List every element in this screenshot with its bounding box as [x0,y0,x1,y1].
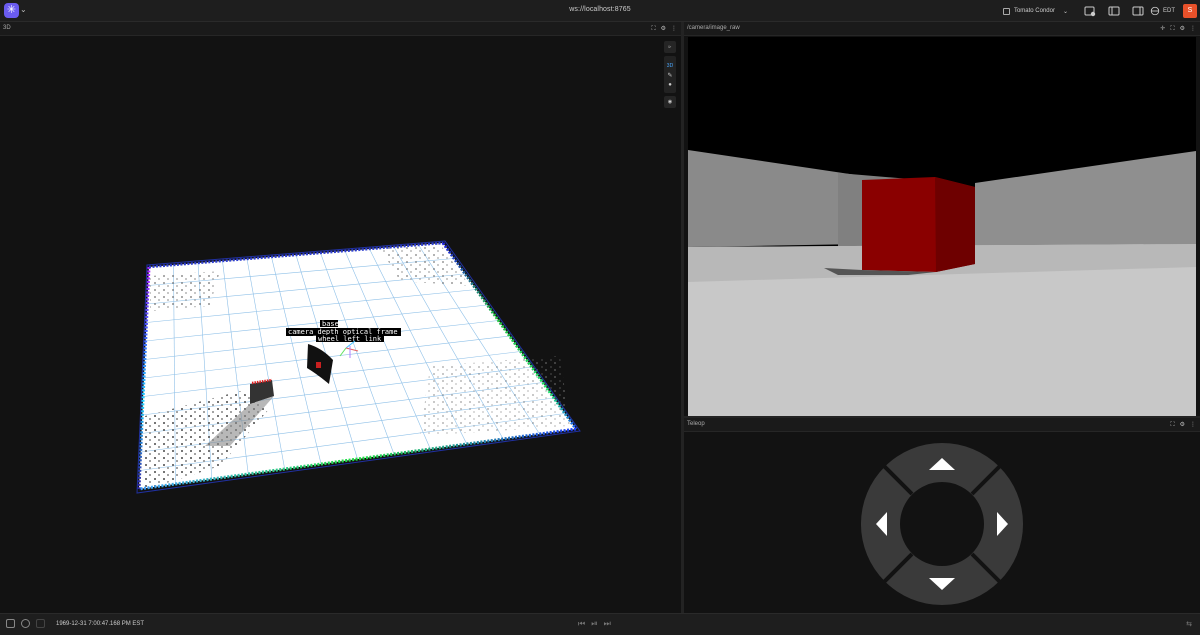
user-avatar[interactable]: S [1183,4,1197,18]
playback-timestamp: 1969-12-31 7:00:47.168 PM EST [56,621,145,627]
gear-icon[interactable]: ⚙ [1180,25,1185,33]
fullscreen-icon[interactable]: ⛶ [651,25,655,33]
gear-icon[interactable]: ⚙ [661,25,666,33]
gear-icon[interactable]: ⚙ [1180,421,1185,429]
fullscreen-icon[interactable]: ⛶ [1170,421,1174,429]
fullscreen-icon[interactable]: ⛶ [1170,25,1174,33]
crosshair-icon[interactable]: ✛ [1160,25,1165,33]
panel-title: /camera/image_raw [687,25,740,31]
camera-image [688,37,1196,416]
point-cloud-shadow [420,356,570,436]
clock-icon[interactable] [21,619,30,628]
teleop-panel[interactable]: Teleop ⛶ ⚙ ⋮ [684,418,1200,613]
frame-label-wheel: wheel_left_link [318,335,382,343]
loop-icon[interactable] [6,619,15,628]
play-pause-icon[interactable]: ⏯ [591,619,597,629]
step-forward-icon[interactable]: ⏭ [604,619,611,629]
more-icon[interactable]: ⋮ [1190,25,1196,33]
layout-selector[interactable]: Tomato Condor ⌄ [1002,7,1068,15]
teleop-dpad [860,442,1024,606]
panel-title: 3D [3,25,11,31]
scene-toolbar: ▹ 3D ✎ ● ◉ [664,41,676,111]
panel-header: 3D ⛶ ⚙ ⋮ [0,22,681,36]
select-icon[interactable]: ▹ [664,41,676,53]
point-cloud-shadow [150,271,220,311]
timezone-label: EDT [1163,8,1175,14]
panel-title: Teleop [687,421,705,427]
more-icon[interactable]: ⋮ [1190,421,1196,429]
point-icon[interactable]: ● [668,82,672,88]
globe-icon [1150,6,1160,16]
frame-label-base: base [322,320,339,328]
seek-icon[interactable] [36,619,45,628]
chevron-down-icon: ⌄ [1062,8,1068,15]
speed-icon[interactable]: ⇆ [1186,620,1192,628]
panel-header: /camera/image_raw ✛ ⛶ ⚙ ⋮ [684,22,1200,36]
measure-tools: 3D ✎ ● [664,56,676,93]
follow-icon[interactable]: ◉ [664,96,676,108]
scene-3d-canvas[interactable]: base camera_depth_optical_frame wheel_le… [0,36,681,613]
timezone-selector[interactable]: EDT [1150,6,1175,16]
panel-header: Teleop ⛶ ⚙ ⋮ [684,418,1200,432]
scene-3d-panel[interactable]: 3D ⛶ ⚙ ⋮ base camera_depth_optical_frame… [0,22,681,613]
layout-icon [1002,7,1010,15]
robot-marker [316,362,321,368]
top-bar: ✳ ⌄ ws://localhost:8765 Tomato Condor ⌄ … [0,0,1200,22]
left-sidebar-icon[interactable] [1107,4,1121,18]
right-sidebar-icon[interactable] [1131,4,1145,18]
add-panel-icon[interactable] [1083,4,1097,18]
more-icon[interactable]: ⋮ [671,25,677,33]
step-back-icon[interactable]: ⏮ [578,619,585,629]
playback-bar: 1969-12-31 7:00:47.168 PM EST ⏮ ⏯ ⏭ ⇆ [0,613,1200,635]
layout-name: Tomato Condor [1013,8,1055,14]
ruler-icon[interactable]: ✎ [667,72,672,79]
view-3d-toggle[interactable]: 3D [667,63,673,69]
